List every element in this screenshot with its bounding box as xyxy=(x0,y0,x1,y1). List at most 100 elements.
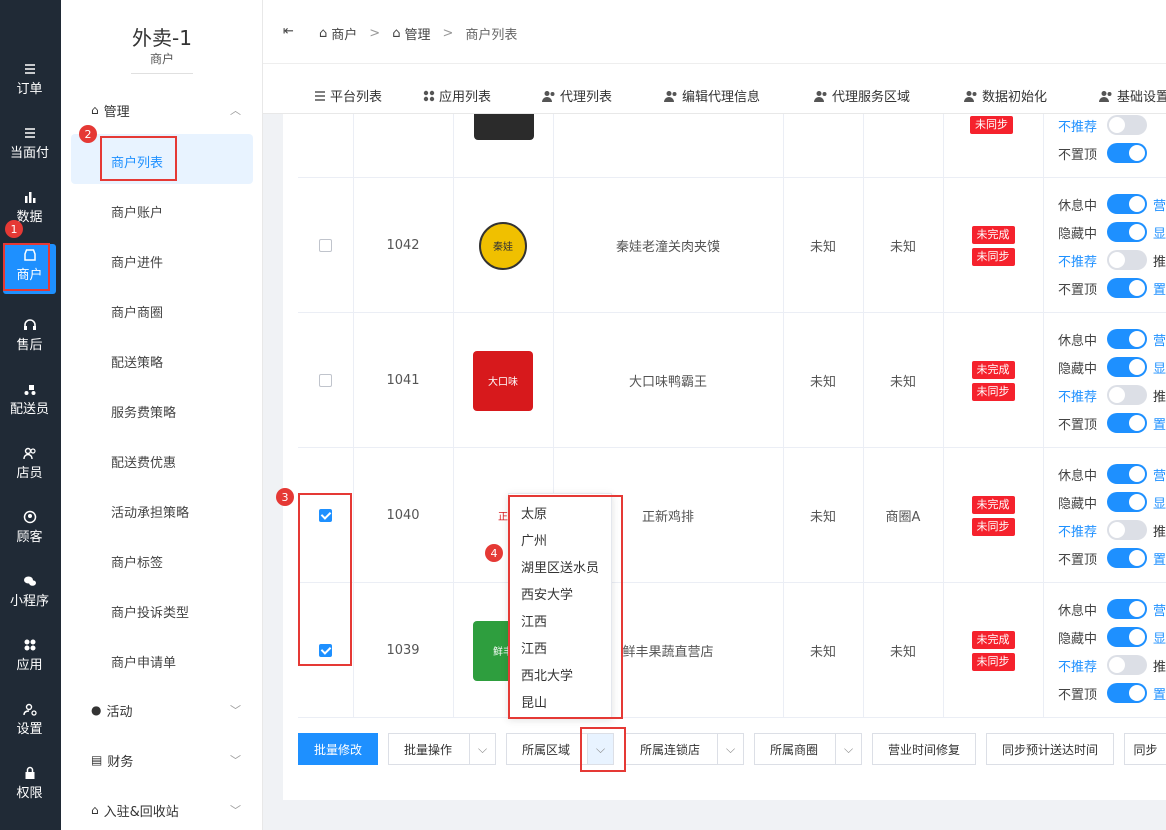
business-toggle[interactable] xyxy=(1107,599,1148,619)
rail-item-customers[interactable]: 顾客 xyxy=(3,506,56,564)
nav-item-merchant-account[interactable]: 商户账户 xyxy=(111,202,163,221)
business-toggle[interactable] xyxy=(1107,329,1148,349)
nav-item-merchant-list[interactable]: 商户列表 xyxy=(111,152,163,171)
tab-platform-list[interactable]: 平台列表 xyxy=(314,86,382,105)
rail-item-miniprogram[interactable]: 小程序 xyxy=(3,570,56,628)
dropdown-option[interactable]: 昆山 xyxy=(521,692,547,711)
visibility-toggle[interactable] xyxy=(1107,492,1148,512)
complete-status-tag: 未完成 xyxy=(971,225,1015,244)
recommend-toggle[interactable] xyxy=(1107,385,1148,405)
dropdown-option[interactable]: 西北大学 xyxy=(521,665,573,684)
dropdown-option[interactable]: 江西 xyxy=(521,611,547,630)
nav-group-label: 管理 xyxy=(103,104,130,120)
annotation-badge: 3 xyxy=(276,488,294,506)
rail-item-aftersale[interactable]: 售后 xyxy=(3,314,56,372)
nav-item-delivery-policy[interactable]: 配送策略 xyxy=(111,352,163,371)
nav-item-delivery-discount[interactable]: 配送费优惠 xyxy=(111,452,176,471)
sync-more-button[interactable]: 同步 xyxy=(1124,733,1166,765)
table-row: 1040 正 正新鸡排 未知 商圈A 未完成 未同步 休息中营 隐藏中显 不推荐… xyxy=(298,448,1166,583)
business-toggle[interactable] xyxy=(1107,464,1148,484)
sync-eta-button[interactable]: 同步预计送达时间 xyxy=(986,733,1114,765)
visibility-toggle[interactable] xyxy=(1107,357,1148,377)
dropdown-option[interactable]: 广州 xyxy=(521,530,547,549)
checkbox-cell xyxy=(298,178,353,313)
pin-toggle[interactable] xyxy=(1107,278,1148,298)
nav-group-entry-recycle[interactable]: ⌂ 入驻&回收站 ﹀ xyxy=(91,800,241,820)
nav-group-manage[interactable]: ⌂ 管理 ︿ xyxy=(91,100,241,120)
logo-cell: 秦娃 xyxy=(453,178,553,313)
business-circle-dropdown[interactable]: 所属商圈 ⌵ xyxy=(754,733,862,765)
nav-item-merchant-onboarding[interactable]: 商户进件 xyxy=(111,252,163,271)
rail-label: 设置 xyxy=(16,722,43,737)
region-dropdown[interactable]: 所属区域 ⌵ xyxy=(506,733,614,765)
rail-label: 小程序 xyxy=(9,594,49,609)
pin-toggle[interactable] xyxy=(1107,548,1148,568)
tab-app-list[interactable]: 应用列表 xyxy=(423,86,491,105)
nav-item-complaint-types[interactable]: 商户投诉类型 xyxy=(111,602,189,621)
merchant-name: 大口味鸭霸王 xyxy=(628,375,707,390)
nav-item-activity-cost-policy[interactable]: 活动承担策略 xyxy=(111,502,189,521)
row-checkbox[interactable] xyxy=(319,509,332,522)
breadcrumb-item[interactable]: 管理 xyxy=(404,24,430,43)
rail-label: 售后 xyxy=(16,338,43,353)
merchant-circle: 商圈A xyxy=(885,510,921,525)
dropdown-option[interactable]: 太原 xyxy=(521,503,547,522)
chevron-down-icon: ⌵ xyxy=(835,734,861,764)
fix-hours-button[interactable]: 营业时间修复 xyxy=(872,733,976,765)
chevron-down-icon[interactable]: ⌵ xyxy=(587,734,613,764)
rail-item-face-pay[interactable]: 当面付 xyxy=(3,122,56,180)
dropdown-option[interactable]: 江西 xyxy=(521,638,547,657)
tab-basic-settings[interactable]: 基础设置 xyxy=(1099,86,1166,105)
recommend-status: 不推荐 xyxy=(1058,389,1098,405)
toggle-side-label: 显 xyxy=(1153,631,1166,647)
recommend-toggle[interactable] xyxy=(1107,250,1148,270)
users-icon xyxy=(664,90,677,102)
wechat-icon xyxy=(23,576,36,586)
rail-item-settings[interactable]: 设置 xyxy=(3,698,56,756)
merchant-id: 1041 xyxy=(386,373,420,388)
pin-toggle[interactable] xyxy=(1107,413,1148,433)
rail-item-courier[interactable]: 配送员 xyxy=(3,378,56,436)
batch-edit-button[interactable]: 批量修改 xyxy=(298,733,378,765)
pin-toggle[interactable] xyxy=(1107,683,1148,703)
tab-agent-list[interactable]: 代理列表 xyxy=(542,86,612,105)
nav-group-activity[interactable]: ● 活动 ﹀ xyxy=(91,700,241,720)
tab-agent-service-area[interactable]: 代理服务区域 xyxy=(814,86,910,105)
rail-item-staff[interactable]: 店员 xyxy=(3,442,56,500)
annotation-badge: 1 xyxy=(5,220,23,238)
breadcrumb-separator: > xyxy=(369,26,381,41)
breadcrumb-item[interactable]: 商户 xyxy=(331,24,357,43)
tab-label: 基础设置 xyxy=(1117,90,1166,105)
user-circle-icon xyxy=(23,510,36,524)
row-checkbox[interactable] xyxy=(319,374,332,387)
list-icon xyxy=(24,64,35,74)
chain-dropdown[interactable]: 所属连锁店 ⌵ xyxy=(624,733,744,765)
toggle-side-label: 推 xyxy=(1153,524,1166,540)
rail-item-merchant[interactable]: 商户 xyxy=(3,244,56,294)
tab-edit-agent[interactable]: 编辑代理信息 xyxy=(664,86,760,105)
app-subtitle: 商户 xyxy=(131,50,193,74)
recommend-toggle[interactable] xyxy=(1107,115,1148,135)
recommend-toggle[interactable] xyxy=(1107,520,1148,540)
visibility-toggle[interactable] xyxy=(1107,222,1148,242)
visibility-toggle[interactable] xyxy=(1107,627,1148,647)
nav-group-finance[interactable]: ▤ 财务 ﹀ xyxy=(91,750,241,770)
batch-operation-dropdown[interactable]: 批量操作 ⌵ xyxy=(388,733,496,765)
recommend-toggle[interactable] xyxy=(1107,655,1148,675)
nav-item-merchant-circle[interactable]: 商户商圈 xyxy=(111,302,163,321)
dropdown-option[interactable]: 湖里区送水员 xyxy=(521,557,599,576)
row-checkbox[interactable] xyxy=(319,239,332,252)
rail-item-orders[interactable]: 订单 xyxy=(3,58,56,116)
tab-data-init[interactable]: 数据初始化 xyxy=(964,86,1047,105)
rail-item-apps[interactable]: 应用 xyxy=(3,634,56,692)
collapse-menu-icon[interactable]: ⇤ xyxy=(283,24,294,39)
rail-item-permissions[interactable]: 权限 xyxy=(3,762,56,820)
pin-toggle[interactable] xyxy=(1107,143,1148,163)
row-checkbox[interactable] xyxy=(319,644,332,657)
switch-group: 休息中 营 隐藏中 显 不推荐 推 不置顶 置 xyxy=(1058,598,1166,708)
dropdown-option[interactable]: 西安大学 xyxy=(521,584,573,603)
nav-item-application-forms[interactable]: 商户申请单 xyxy=(111,652,176,671)
nav-item-service-fee-policy[interactable]: 服务费策略 xyxy=(111,402,176,421)
business-toggle[interactable] xyxy=(1107,194,1148,214)
nav-item-merchant-tags[interactable]: 商户标签 xyxy=(111,552,163,571)
